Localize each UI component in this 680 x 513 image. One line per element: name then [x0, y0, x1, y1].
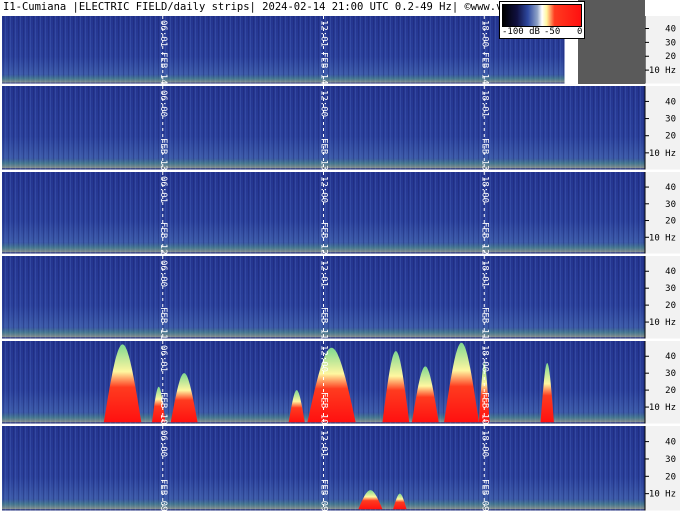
colorbar-max-label: 0 — [577, 27, 583, 37]
time-marker-label: 18:00 — [479, 345, 489, 372]
time-marker-label: 18:00 — [479, 430, 489, 457]
y-tick-label: 30 — [665, 115, 676, 125]
y-tick-label: 20 — [665, 301, 676, 311]
date-label: FEB 11 — [158, 307, 168, 340]
time-marker-label: 06:00 — [158, 430, 168, 457]
time-marker-label: 18:00 — [479, 20, 489, 47]
date-label: FEB 11 — [479, 307, 489, 340]
date-label: FEB 10 — [158, 392, 168, 425]
y-tick-label: 20 — [665, 132, 676, 142]
y-tick-label: 40 — [665, 352, 676, 362]
no-data-area — [578, 0, 645, 84]
y-tick-label: 30 — [665, 455, 676, 465]
y-tick-label: 20 — [665, 472, 676, 482]
colorbar-legend: -100 dB -50 0 — [499, 1, 585, 39]
date-label: FEB 14 — [319, 52, 329, 85]
date-label: FEB 10 — [479, 392, 489, 425]
date-label: FEB 13 — [158, 138, 168, 171]
time-marker-label: 06:00 — [158, 90, 168, 117]
y-tick-label: 20 — [665, 217, 676, 227]
y-tick-label: 10 Hz — [649, 66, 676, 76]
time-marker-label: 12:01 — [319, 20, 329, 47]
time-marker-label: 18:01 — [479, 90, 489, 117]
y-tick-label: 30 — [665, 284, 676, 294]
date-label: FEB 12 — [319, 222, 329, 255]
time-marker-label: 06:01 — [158, 345, 168, 372]
date-label: FEB 14 — [479, 52, 489, 85]
time-marker-label: 12:01 — [319, 430, 329, 457]
date-label: FEB 09 — [158, 479, 168, 512]
y-tick-label: 40 — [665, 183, 676, 193]
strip-feb-13: 06:00 12:00 18:01 FEB 13 FEB 13 FEB 13 10 Hz 20… — [0, 86, 680, 172]
date-label: FEB 10 — [319, 392, 329, 425]
date-label: FEB 11 — [319, 307, 329, 340]
colorbar-min-label: -100 dB — [502, 27, 540, 37]
y-tick-label: 10 Hz — [649, 490, 676, 500]
y-tick-label: 40 — [665, 438, 676, 448]
time-marker-label: 12:00 — [319, 345, 329, 372]
y-tick-label: 40 — [665, 24, 676, 34]
time-marker-label: 18:01 — [479, 260, 489, 287]
y-tick-label: 30 — [665, 369, 676, 379]
y-tick-label: 10 Hz — [649, 318, 676, 328]
y-tick-label: 30 — [665, 38, 676, 48]
date-label: FEB 13 — [479, 138, 489, 171]
time-marker-label: 06:01 — [158, 20, 168, 47]
date-label: FEB 12 — [479, 222, 489, 255]
colorbar-gradient — [502, 4, 582, 27]
date-label: FEB 12 — [158, 222, 168, 255]
strip-feb-12: 06:01 12:00 18:00 FEB 12 FEB 12 FEB 12 10 Hz 20… — [0, 172, 680, 256]
time-marker-label: 12:01 — [319, 260, 329, 287]
y-tick-label: 20 — [665, 386, 676, 396]
chart-title: I1-Cumiana |ELECTRIC FIELD/daily strips|… — [0, 0, 534, 15]
y-tick-label: 10 Hz — [649, 233, 676, 243]
strip-feb-11: 06:00 12:01 18:01 FEB 11 FEB 11 FEB 11 10 Hz 20… — [0, 256, 680, 341]
date-label: FEB 09 — [479, 479, 489, 512]
date-label: FEB 13 — [319, 138, 329, 171]
time-marker-label: 12:00 — [319, 176, 329, 203]
y-tick-label: 10 Hz — [649, 403, 676, 413]
strip-feb-09: 06:00 12:01 18:00 FEB 09 FEB 09 FEB 09 10 Hz 20… — [0, 426, 680, 513]
date-label: FEB 09 — [319, 479, 329, 512]
date-label: FEB 14 — [158, 52, 168, 85]
time-marker-label: 18:00 — [479, 176, 489, 203]
y-tick-label: 40 — [665, 267, 676, 277]
y-tick-label: 40 — [665, 97, 676, 107]
y-tick-label: 30 — [665, 200, 676, 210]
time-marker-label: 06:00 — [158, 260, 168, 287]
y-tick-label: 20 — [665, 52, 676, 62]
time-marker-label: 06:01 — [158, 176, 168, 203]
colorbar-mid-label: -50 — [544, 27, 561, 37]
y-tick-label: 10 Hz — [649, 149, 676, 159]
time-marker-label: 12:00 — [319, 90, 329, 117]
strip-feb-10: 06:01 12:00 18:00 FEB 10 FEB 10 FEB 10 10 Hz 20… — [0, 341, 680, 426]
